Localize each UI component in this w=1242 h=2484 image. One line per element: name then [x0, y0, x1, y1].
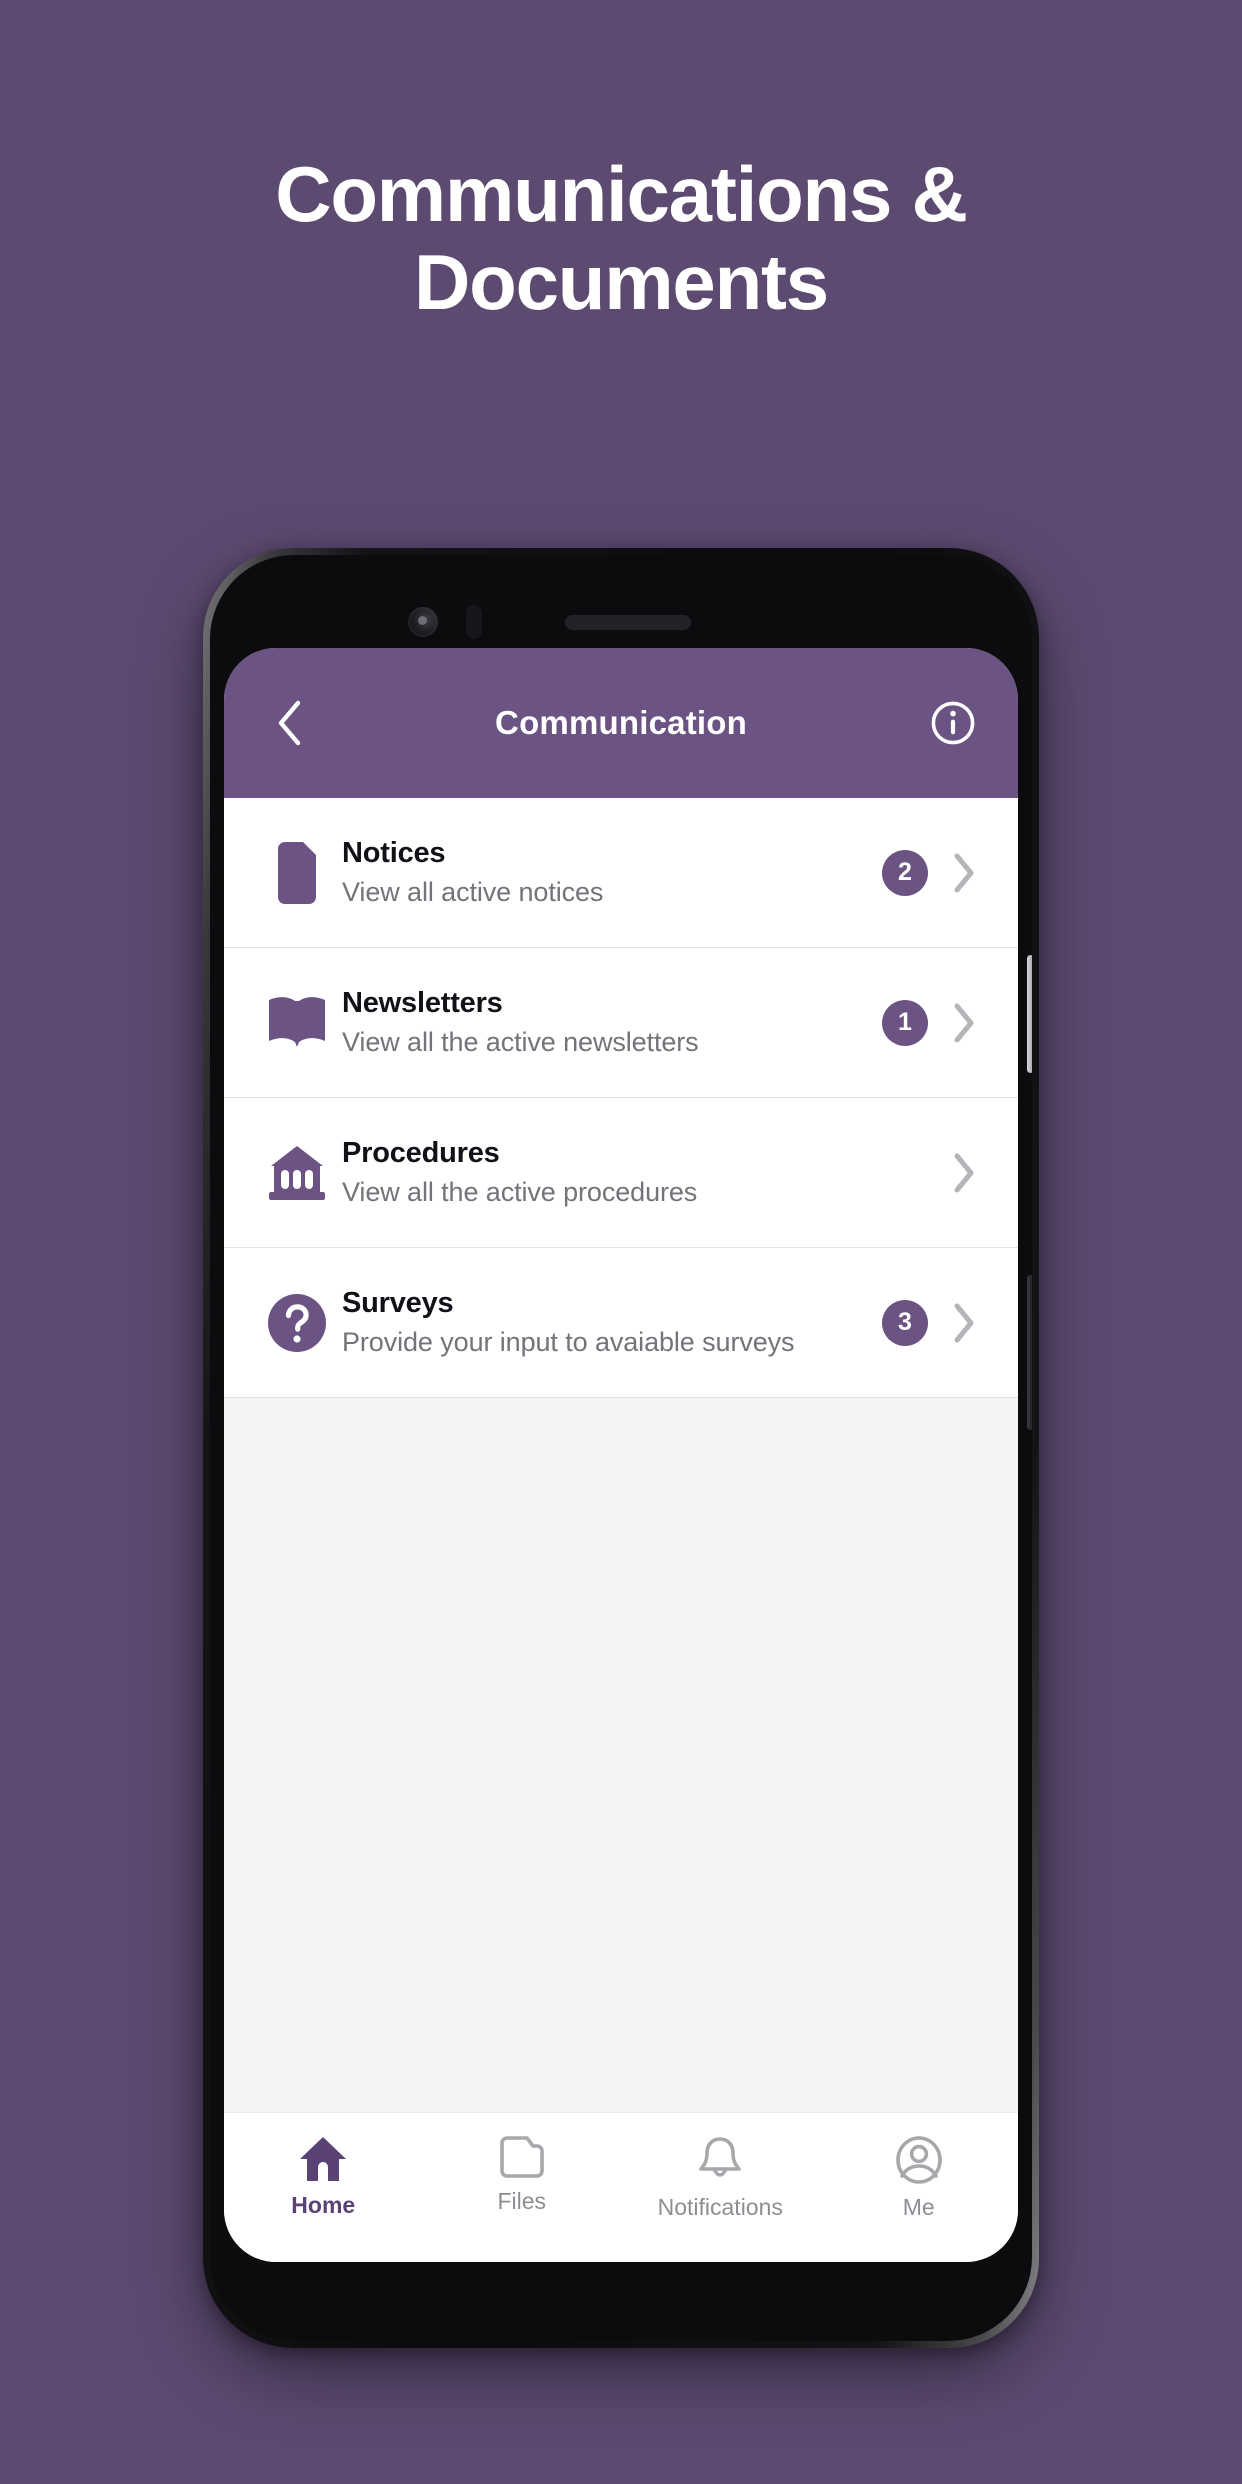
list-item-notices[interactable]: Notices View all active notices 2	[224, 798, 1018, 948]
volume-button[interactable]	[1027, 955, 1032, 1073]
list-item-subtitle: Provide your input to avaiable surveys	[342, 1327, 795, 1358]
nav-item-home[interactable]: Home	[224, 2135, 423, 2219]
bank-icon	[260, 1144, 334, 1202]
app-bar: Communication	[224, 648, 1018, 798]
account-circle-icon	[895, 2136, 942, 2184]
info-button[interactable]	[926, 696, 980, 750]
list-item-title: Notices	[342, 836, 446, 869]
list-item-subtitle: View all the active procedures	[342, 1177, 698, 1208]
nav-label: Home	[291, 2192, 356, 2218]
open-book-icon	[260, 996, 334, 1050]
bell-icon	[699, 2137, 742, 2177]
phone-mockup: Communication Notices View all active no…	[203, 548, 1039, 2348]
folder-icon	[499, 2136, 544, 2178]
list-empty-area	[224, 1398, 1018, 2112]
chevron-right-icon	[942, 1151, 986, 1195]
chevron-left-icon	[278, 700, 301, 746]
chevron-right-icon	[942, 1001, 986, 1045]
poster-headline: Communications & Documents	[0, 150, 1242, 326]
list-item-text: Surveys Provide your input to avaiable s…	[334, 1285, 882, 1360]
list-item-procedures[interactable]: Procedures View all the active procedure…	[224, 1098, 1018, 1248]
nav-label: Me	[902, 2194, 935, 2220]
list-item-text: Procedures View all the active procedure…	[334, 1135, 882, 1210]
proximity-sensor-icon	[466, 605, 482, 639]
nav-item-notifications[interactable]: Notifications	[621, 2135, 820, 2221]
headline-line-1: Communications &	[275, 150, 968, 238]
nav-label: Notifications	[657, 2194, 783, 2220]
info-circle-icon	[931, 701, 975, 745]
earpiece-speaker-icon	[565, 615, 691, 630]
list-item-newsletters[interactable]: Newsletters View all the active newslett…	[224, 948, 1018, 1098]
nav-label: Files	[497, 2188, 547, 2214]
list-item-subtitle: View all active notices	[342, 877, 604, 908]
power-button[interactable]	[1027, 1275, 1032, 1430]
list-item-subtitle: View all the active newsletters	[342, 1027, 699, 1058]
list-item-text: Newsletters View all the active newslett…	[334, 985, 882, 1060]
list-item-title: Surveys	[342, 1286, 454, 1319]
list-item-title: Newsletters	[342, 986, 503, 1019]
question-mark-circle-icon	[260, 1293, 334, 1353]
document-icon	[260, 841, 334, 904]
home-icon	[300, 2137, 347, 2181]
list-item-title: Procedures	[342, 1136, 500, 1169]
headline-line-2: Documents	[414, 238, 829, 327]
page-title: Communication	[495, 704, 747, 741]
phone-bezel: Communication Notices View all active no…	[210, 555, 1032, 2341]
chevron-right-icon	[942, 851, 986, 895]
status-badge: 1	[882, 999, 928, 1046]
bottom-navigation: Home Files Notifications Me	[224, 2112, 1018, 2262]
menu-list: Notices View all active notices 2 Newsle…	[224, 798, 1018, 2112]
nav-item-me[interactable]: Me	[820, 2135, 1019, 2221]
chevron-right-icon	[942, 1301, 986, 1345]
nav-item-files[interactable]: Files	[423, 2135, 622, 2215]
status-badge: 2	[882, 849, 928, 896]
status-badge: 3	[882, 1299, 928, 1346]
app-screen: Communication Notices View all active no…	[224, 648, 1018, 2262]
back-button[interactable]	[262, 696, 316, 750]
list-item-text: Notices View all active notices	[334, 835, 882, 910]
list-item-surveys[interactable]: Surveys Provide your input to avaiable s…	[224, 1248, 1018, 1398]
front-camera-icon	[408, 607, 438, 637]
status-badge	[882, 1150, 928, 1196]
